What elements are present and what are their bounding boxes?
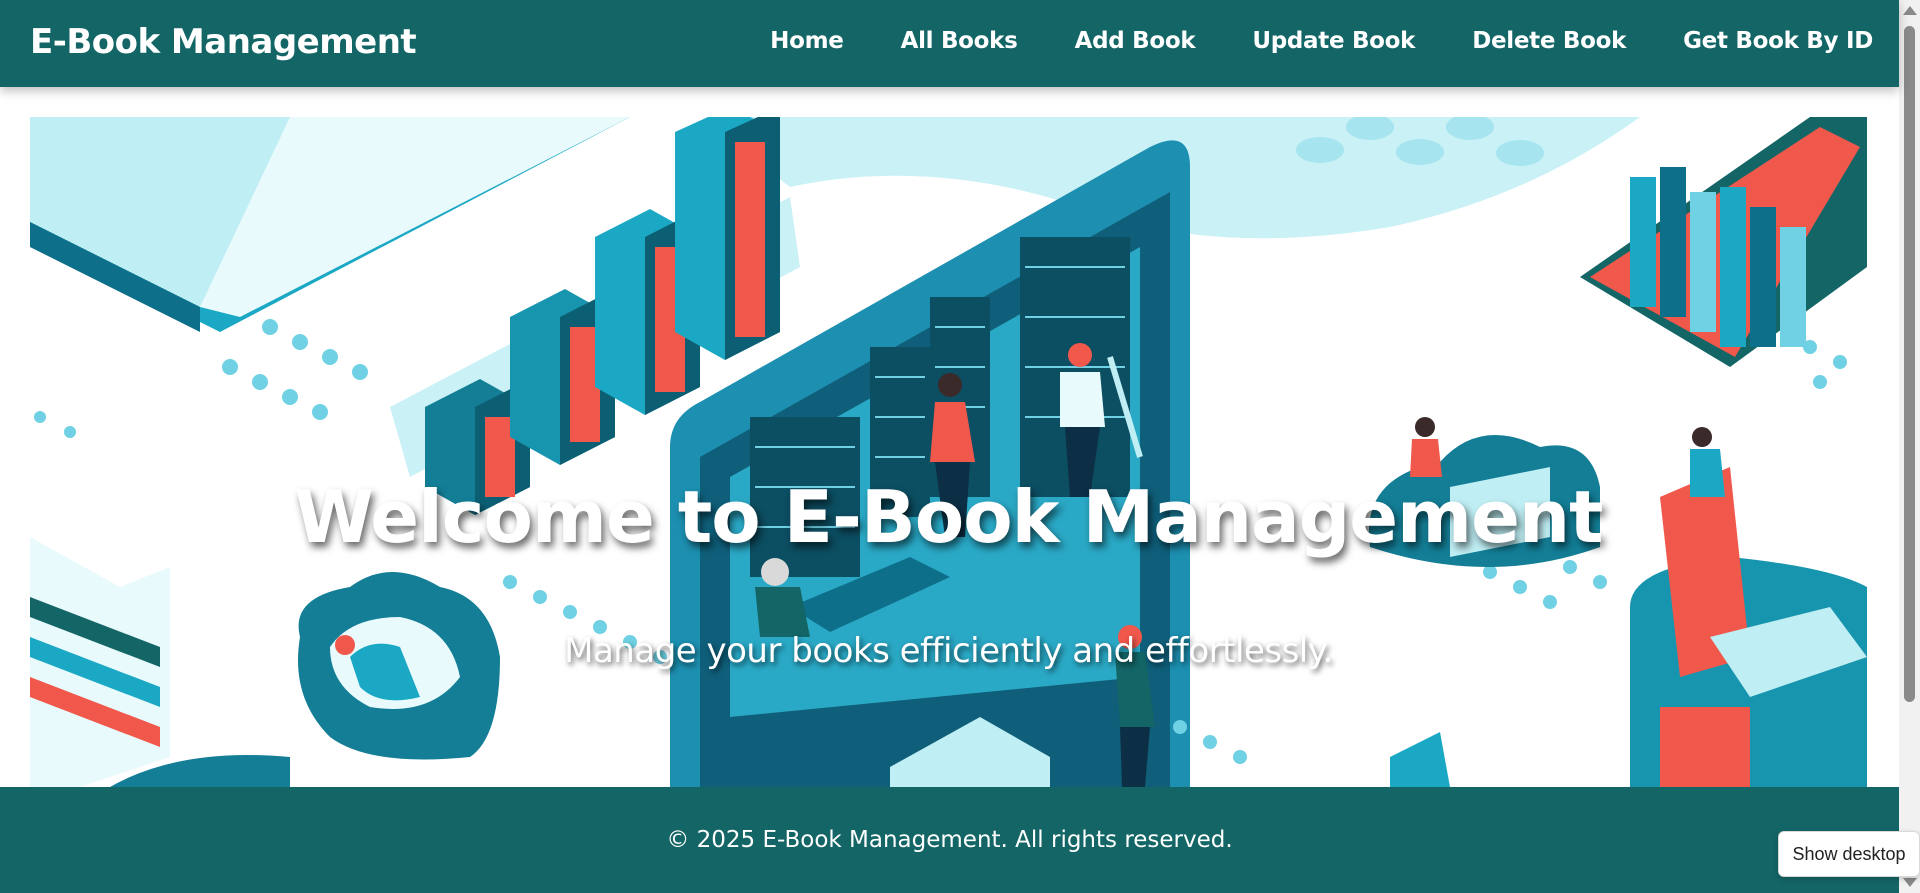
footer: © 2025 E-Book Management. All rights res… [0,787,1899,893]
nav-link-delete-book[interactable]: Delete Book [1472,28,1626,54]
scroll-down-arrow-icon[interactable] [1903,878,1917,887]
page: E-Book Management Home All Books Add Boo… [0,0,1899,893]
brand-logo[interactable]: E-Book Management [30,22,417,62]
nav-link-get-book-by-id[interactable]: Get Book By ID [1683,28,1873,54]
nav-link-add-book[interactable]: Add Book [1075,28,1196,54]
navbar: E-Book Management Home All Books Add Boo… [0,0,1899,87]
scroll-up-arrow-icon[interactable] [1903,6,1917,15]
show-desktop-tooltip: Show desktop [1778,831,1920,877]
library-illustration [30,117,1867,787]
hero-banner: Welcome to E-Book Management Manage your… [30,117,1867,787]
hero-subtitle: Manage your books efficiently and effort… [564,631,1333,671]
nav-link-home[interactable]: Home [770,28,844,54]
scroll-thumb[interactable] [1904,26,1915,702]
nav-link-update-book[interactable]: Update Book [1252,28,1415,54]
nav-link-all-books[interactable]: All Books [901,28,1018,54]
nav-links: Home All Books Add Book Update Book Dele… [770,28,1873,54]
hero-title: Welcome to E-Book Management [294,475,1603,559]
footer-copyright: © 2025 E-Book Management. All rights res… [666,827,1233,853]
vertical-scrollbar[interactable] [1899,0,1920,893]
